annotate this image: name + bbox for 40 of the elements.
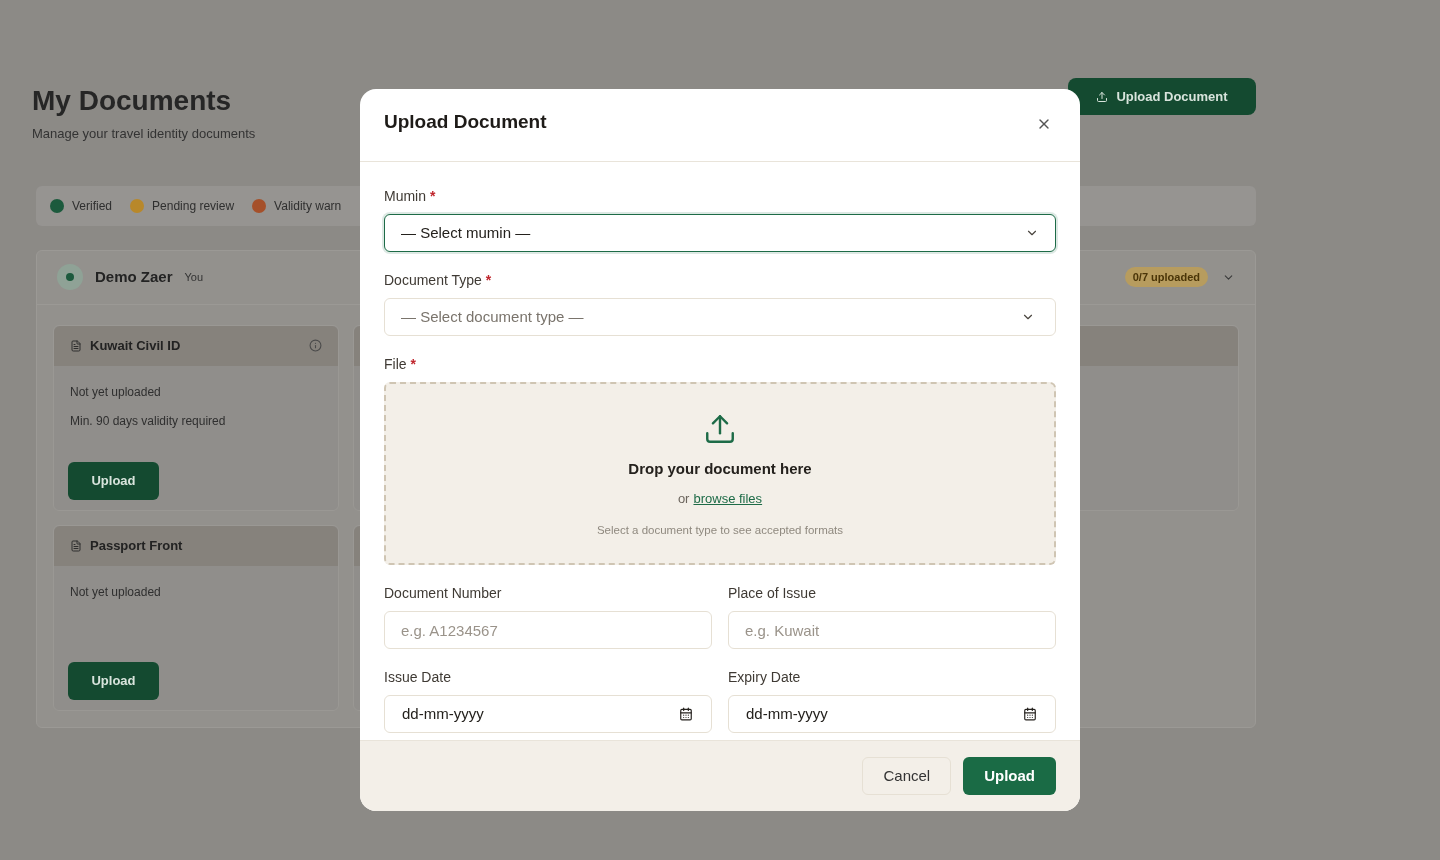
browse-files-link[interactable]: browse files <box>693 488 763 508</box>
dropzone-title: Drop your document here <box>628 459 812 479</box>
document-status: Not yet uploaded <box>70 583 162 601</box>
upload-button[interactable]: Upload <box>68 661 159 700</box>
date-field[interactable]: dd-mm-yyyy <box>384 695 712 733</box>
text-field[interactable]: e.g. A1234567 <box>384 611 712 649</box>
cancel-button[interactable]: Cancel <box>862 757 952 795</box>
field-label: Place of Issue <box>728 584 816 603</box>
document-note: Min. 90 days validity required <box>70 412 227 430</box>
field-label: Issue Date <box>384 668 451 687</box>
document-title: Passport Front <box>90 536 183 555</box>
field-label: Document Number <box>384 584 502 603</box>
required-mark: * <box>410 355 416 374</box>
upload-button[interactable]: Upload <box>68 461 159 500</box>
legend-label: Verified <box>72 197 113 215</box>
text-field[interactable]: e.g. Kuwait <box>728 611 1056 649</box>
member-tag: You <box>184 268 204 286</box>
field-label: Mumin <box>384 187 426 206</box>
dropzone-prefix: or <box>677 489 690 508</box>
file-dropzone[interactable]: Drop your document here or browse files Select a document type to see accepted formats <box>384 382 1056 565</box>
document-status: Not yet uploaded <box>70 383 162 401</box>
legend-label: Validity warn <box>274 197 342 215</box>
dialog-title: Upload Document <box>384 110 547 134</box>
required-mark: * <box>485 271 492 290</box>
document-title: Kuwait Civil ID <box>90 336 181 355</box>
field-label: File <box>384 355 407 374</box>
legend-label: Pending review <box>152 197 235 215</box>
required-mark: * <box>430 187 436 206</box>
progress-badge: 0/7 uploaded <box>1124 266 1208 288</box>
member-name: Demo Zaer <box>95 266 173 287</box>
select-field[interactable]: — Select document type — <box>384 298 1056 336</box>
date-field[interactable]: dd-mm-yyyy <box>728 695 1056 733</box>
upload-button[interactable]: Upload <box>963 757 1056 795</box>
select-field[interactable]: — Select mumin — <box>384 214 1056 252</box>
page-subtitle: Manage your travel identity documents <box>32 125 256 143</box>
field-label: Expiry Date <box>728 668 801 687</box>
field-label: Document Type <box>384 271 482 290</box>
format-hint: Select a document type to see accepted formats <box>596 523 844 538</box>
page-title: My Documents <box>32 84 233 118</box>
upload-document-button[interactable]: Upload Document <box>1068 78 1256 115</box>
